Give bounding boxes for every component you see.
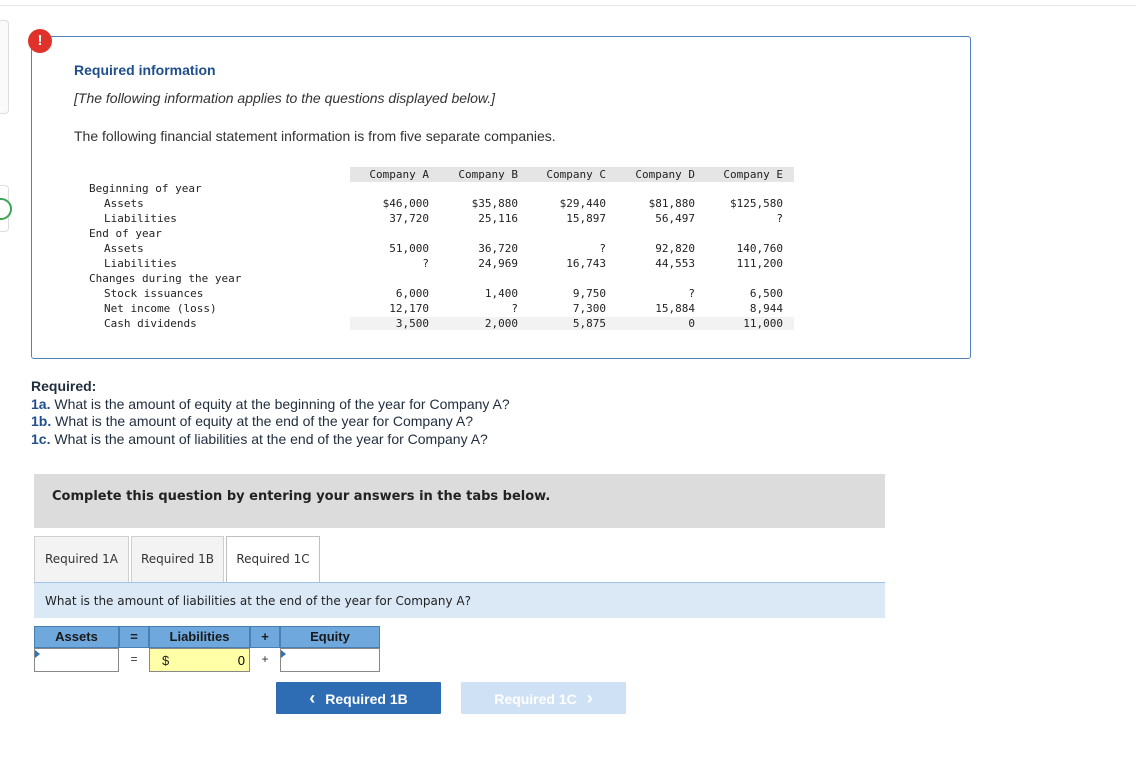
side-panel-edge [0, 20, 9, 114]
table-cell: ? [511, 302, 518, 315]
table-cell: 37,720 [389, 212, 429, 225]
top-divider [0, 5, 1136, 6]
table-cell: 11,000 [743, 317, 783, 330]
next-tab-button[interactable]: Required 1C › [461, 682, 626, 714]
tab-required-1b[interactable]: Required 1B [131, 536, 224, 582]
question-text: What is the amount of liabilities at the… [45, 594, 471, 608]
plus-sign: + [261, 652, 269, 666]
row-label: Assets [104, 242, 144, 255]
row-label: Stock issuances [104, 287, 204, 300]
column-header: Company C [546, 168, 606, 181]
table-cell: 16,743 [566, 257, 606, 270]
required-item-1b: 1b. What is the amount of equity at the … [31, 413, 510, 431]
required-heading: Required: [31, 378, 97, 394]
table-cell: 6,500 [749, 287, 783, 300]
row-label: Cash dividends [104, 317, 197, 330]
instruction-banner: Complete this question by entering your … [34, 474, 885, 528]
item-number: 1c. [31, 430, 51, 447]
table-cell: ? [422, 257, 429, 270]
input-marker-icon [281, 650, 286, 658]
table-cell: 51,000 [389, 242, 429, 255]
table-cell: 1,400 [484, 287, 518, 300]
question-banner: What is the amount of liabilities at the… [34, 583, 885, 618]
item-text: What is the amount of equity at the begi… [50, 395, 510, 412]
item-text: What is the amount of equity at the end … [51, 413, 474, 429]
required-questions: Required: 1a. What is the amount of equi… [31, 378, 510, 448]
assets-cell [34, 648, 119, 672]
table-cell: 92,820 [655, 242, 695, 255]
item-number: 1a. [31, 395, 51, 412]
item-text: What is the amount of liabilities at the… [50, 430, 488, 447]
table-cell: 6,000 [395, 287, 429, 300]
next-tab-label: Required 1C [494, 691, 577, 707]
table-cell: 15,897 [566, 212, 606, 225]
table-cell: ? [776, 212, 783, 225]
table-cell: 44,553 [655, 257, 695, 270]
assets-input[interactable] [35, 649, 118, 671]
table-cell: 15,884 [655, 302, 695, 315]
previous-tab-label: Required 1B [325, 691, 408, 707]
table-cell: 5,875 [572, 317, 606, 330]
table-cell: 0 [688, 317, 695, 330]
table-cell: ? [688, 287, 695, 300]
column-header: Company D [635, 168, 695, 181]
item-number: 1b. [31, 413, 52, 429]
table-cell: 24,969 [478, 257, 518, 270]
equals-sign: = [130, 652, 138, 666]
table-cell: 2,000 [484, 317, 518, 330]
equity-cell [280, 648, 380, 672]
table-cell: $81,880 [648, 197, 695, 210]
info-intro: The following financial statement inform… [74, 128, 556, 144]
table-cell: 3,500 [395, 317, 429, 330]
info-note: [The following information applies to th… [74, 90, 496, 106]
alert-icon: ! [28, 29, 52, 53]
equals-header: = [119, 626, 149, 648]
assets-header: Assets [34, 626, 119, 648]
required-item-1a: 1a. What is the amount of equity at the … [31, 396, 510, 414]
table-cell: 36,720 [478, 242, 518, 255]
tab-required-1c[interactable]: Required 1C [226, 536, 320, 582]
progress-ring-icon [0, 198, 12, 220]
table-cell: 8,944 [749, 302, 783, 315]
column-header: Company A [369, 168, 429, 181]
table-cell: $35,880 [471, 197, 518, 210]
equity-input[interactable] [281, 649, 379, 671]
table-cell: 7,300 [572, 302, 606, 315]
previous-tab-button[interactable]: ‹ Required 1B [276, 682, 441, 714]
instruction-text: Complete this question by entering your … [52, 489, 551, 504]
table-cell: 140,760 [736, 242, 783, 255]
section-label: Changes during the year [89, 272, 242, 285]
table-cell: 25,116 [478, 212, 518, 225]
currency-symbol: $ [162, 653, 170, 668]
input-marker-icon [35, 650, 40, 658]
row-label: Liabilities [104, 212, 177, 225]
liabilities-header: Liabilities [149, 626, 250, 648]
chevron-right-icon: › [586, 688, 593, 708]
table-cell: 56,497 [655, 212, 695, 225]
column-header: Company E [723, 168, 783, 181]
info-title: Required information [74, 62, 216, 78]
table-cell: $125,580 [730, 197, 783, 210]
plus-header: + [250, 626, 280, 648]
section-label: End of year [89, 227, 162, 240]
required-item-1c: 1c. What is the amount of liabilities at… [31, 431, 510, 449]
liabilities-cell: $ [149, 648, 250, 672]
table-cell: ? [599, 242, 606, 255]
row-label: Liabilities [104, 257, 177, 270]
table-cell: $29,440 [559, 197, 606, 210]
chevron-left-icon: ‹ [309, 688, 316, 708]
tab-required-1a[interactable]: Required 1A [34, 536, 129, 582]
row-label: Assets [104, 197, 144, 210]
section-label: Beginning of year [89, 182, 202, 195]
equity-header: Equity [280, 626, 380, 648]
table-cell: 111,200 [736, 257, 783, 270]
table-cell: 9,750 [572, 287, 606, 300]
column-header: Company B [458, 168, 518, 181]
row-label: Net income (loss) [104, 302, 217, 315]
table-cell: $46,000 [382, 197, 429, 210]
table-cell: 12,170 [389, 302, 429, 315]
